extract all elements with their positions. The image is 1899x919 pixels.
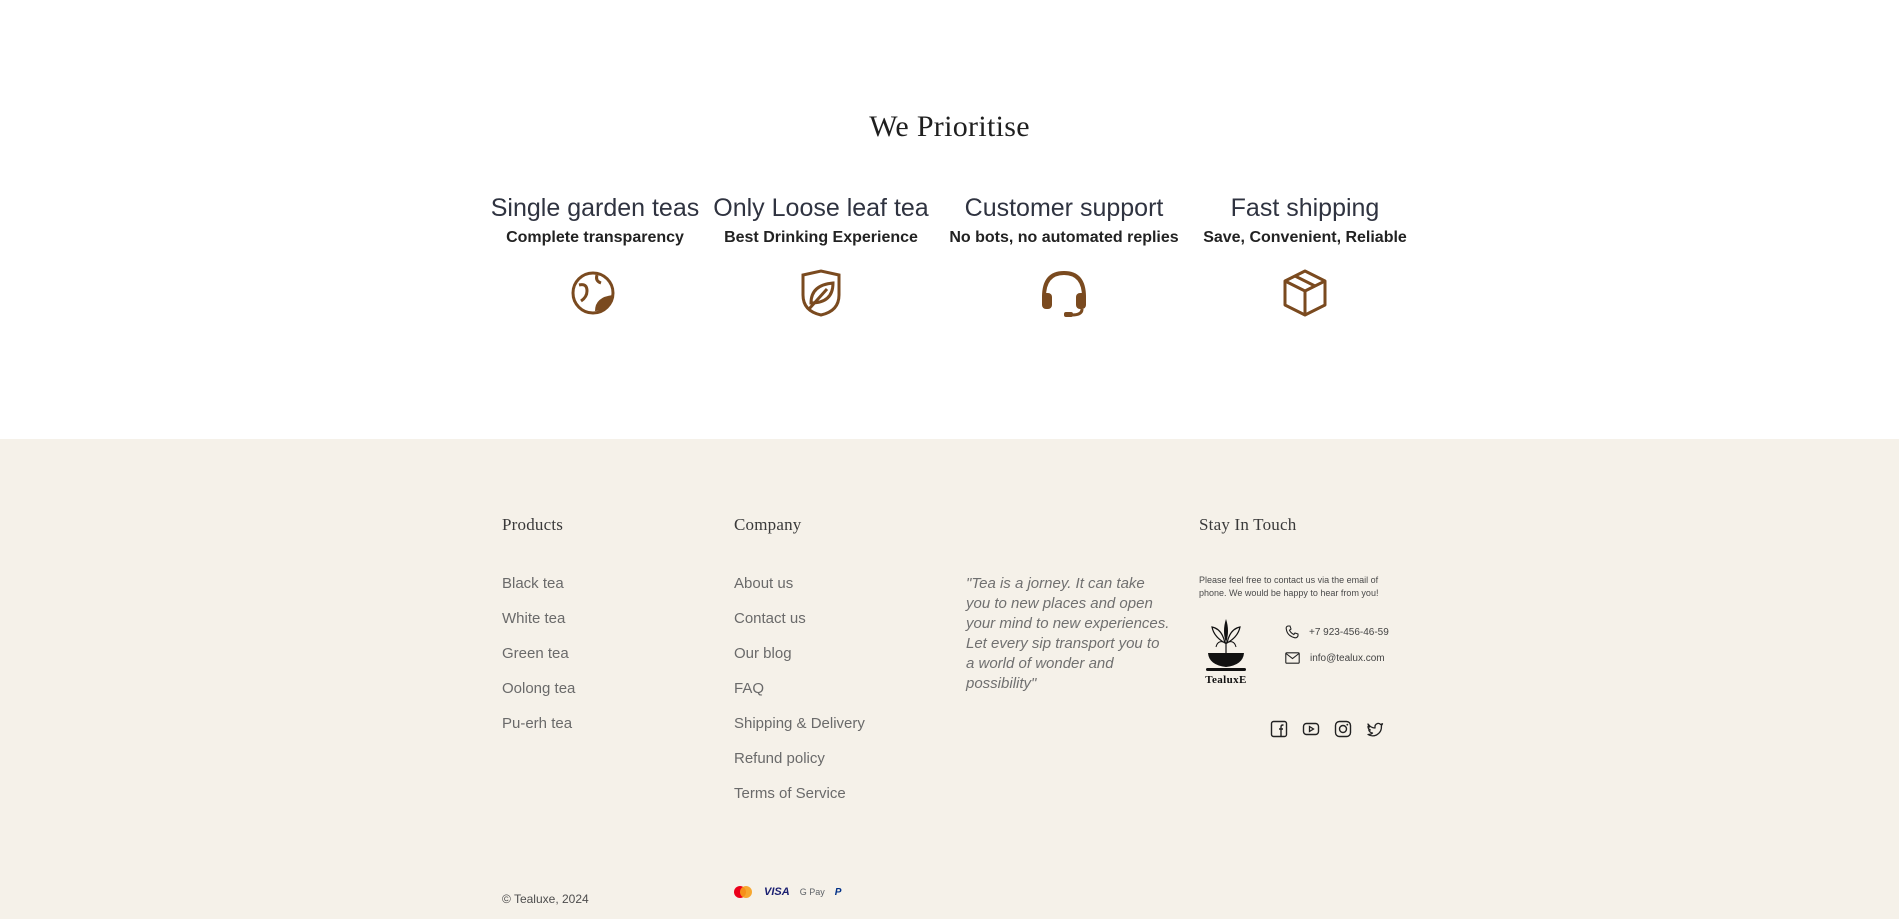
twitter-icon[interactable] bbox=[1366, 720, 1384, 738]
leaf-shield-icon bbox=[801, 269, 841, 317]
globe-leaf-icon bbox=[571, 271, 615, 315]
feature-loose-leaf: Only Loose leaf tea Best Drinking Experi… bbox=[701, 193, 941, 319]
footer-link-contact-us[interactable]: Contact us bbox=[734, 610, 865, 645]
copyright: © Tealuxe, 2024 bbox=[502, 892, 589, 906]
products-heading: Products bbox=[502, 515, 564, 534]
feature-single-garden: Single garden teas Complete transparency bbox=[475, 193, 715, 319]
paypal-icon: P bbox=[834, 886, 842, 898]
footer-link-about-us[interactable]: About us bbox=[734, 575, 865, 610]
feature-title: Single garden teas bbox=[490, 194, 700, 222]
feature-subtitle: Best Drinking Experience bbox=[724, 229, 918, 246]
footer-link-shipping-delivery[interactable]: Shipping & Delivery bbox=[734, 715, 865, 750]
footer-link-white-tea[interactable]: White tea bbox=[502, 610, 575, 645]
gpay-icon: G Pay bbox=[799, 887, 825, 897]
footer-link-black-tea[interactable]: Black tea bbox=[502, 575, 575, 610]
prioritise-section: We Prioritise Single garden teas Complet… bbox=[0, 0, 1899, 439]
payment-methods: VISA G Pay P bbox=[732, 885, 841, 899]
footer-link-refund-policy[interactable]: Refund policy bbox=[734, 750, 865, 785]
site-footer: Products Black tea White tea Green tea O… bbox=[0, 439, 1899, 919]
prioritise-title: We Prioritise bbox=[869, 110, 1030, 143]
contact-phone[interactable]: +7 923-456-46-59 bbox=[1285, 625, 1389, 639]
mail-icon bbox=[1285, 652, 1300, 664]
feature-title: Only Loose leaf tea bbox=[713, 194, 929, 222]
facebook-icon[interactable] bbox=[1270, 720, 1288, 738]
headset-icon bbox=[1042, 270, 1086, 317]
tea-quote: "Tea is a jorney. It can take you to new… bbox=[966, 575, 1170, 692]
social-links bbox=[1270, 720, 1384, 738]
feature-subtitle: Save, Convenient, Reliable bbox=[1203, 229, 1407, 246]
footer-link-green-tea[interactable]: Green tea bbox=[502, 645, 575, 680]
feature-fast-shipping: Fast shipping Save, Convenient, Reliable bbox=[1185, 193, 1425, 319]
products-list: Black tea White tea Green tea Oolong tea… bbox=[502, 575, 575, 750]
box-icon bbox=[1283, 269, 1327, 317]
company-heading: Company bbox=[734, 515, 802, 534]
visa-icon: VISA bbox=[764, 886, 790, 898]
instagram-icon[interactable] bbox=[1334, 720, 1352, 738]
email-address: info@tealux.com bbox=[1310, 652, 1385, 664]
feature-title: Fast shipping bbox=[1230, 194, 1380, 222]
footer-link-our-blog[interactable]: Our blog bbox=[734, 645, 865, 680]
footer-link-faq[interactable]: FAQ bbox=[734, 680, 865, 715]
footer-link-puerh-tea[interactable]: Pu-erh tea bbox=[502, 715, 575, 750]
feature-subtitle: Complete transparency bbox=[506, 229, 684, 246]
feature-customer-support: Customer support No bots, no automated r… bbox=[944, 193, 1184, 319]
footer-link-oolong-tea[interactable]: Oolong tea bbox=[502, 680, 575, 715]
feature-title: Customer support bbox=[964, 194, 1164, 222]
contact-email[interactable]: info@tealux.com bbox=[1285, 652, 1385, 664]
contact-note: Please feel free to contact us via the e… bbox=[1199, 575, 1379, 598]
stay-in-touch-heading: Stay In Touch bbox=[1199, 515, 1297, 534]
youtube-icon[interactable] bbox=[1302, 720, 1320, 738]
phone-icon bbox=[1285, 625, 1299, 639]
logo-wordmark: TealuxE bbox=[1205, 674, 1247, 686]
footer-link-terms-of-service[interactable]: Terms of Service bbox=[734, 785, 865, 820]
phone-number: +7 923-456-46-59 bbox=[1309, 626, 1389, 638]
mastercard-icon bbox=[734, 886, 752, 898]
company-list: About us Contact us Our blog FAQ Shippin… bbox=[734, 575, 865, 820]
feature-subtitle: No bots, no automated replies bbox=[949, 229, 1179, 246]
